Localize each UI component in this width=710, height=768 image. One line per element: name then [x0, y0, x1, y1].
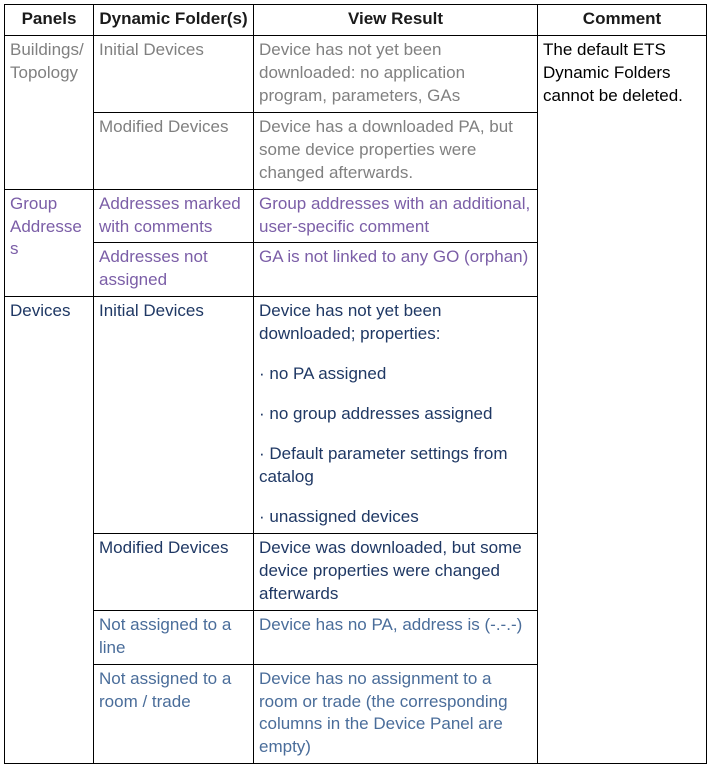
- folder-cell: Addresses not assigned: [94, 243, 254, 297]
- folder-cell: Not assigned to a room / trade: [94, 664, 254, 764]
- bullet-text: unassigned devices: [269, 507, 418, 526]
- table-header-row: Panels Dynamic Folder(s) View Result Com…: [5, 5, 707, 36]
- result-cell: Device has no PA, address is (-.-.-): [254, 610, 538, 664]
- folder-cell: Not assigned to a line: [94, 610, 254, 664]
- folder-cell: Addresses marked with comments: [94, 189, 254, 243]
- header-panels: Panels: [5, 5, 94, 36]
- panel-group-addresses: Group Addresses: [5, 189, 94, 297]
- bullet-text: no PA assigned: [269, 364, 386, 383]
- folder-cell: Modified Devices: [94, 533, 254, 610]
- result-cell: Device has not yet been downloaded: no a…: [254, 35, 538, 112]
- result-cell: Device has not yet been downloaded; prop…: [254, 297, 538, 534]
- result-cell: GA is not linked to any GO (orphan): [254, 243, 538, 297]
- result-intro: Device has not yet been downloaded; prop…: [259, 301, 441, 343]
- folder-cell: Initial Devices: [94, 35, 254, 112]
- dynamic-folders-table: Panels Dynamic Folder(s) View Result Com…: [4, 4, 707, 764]
- folder-cell: Initial Devices: [94, 297, 254, 534]
- bullet-text: no group addresses assigned: [269, 404, 492, 423]
- header-folders: Dynamic Folder(s): [94, 5, 254, 36]
- bullet-item: · no group addresses assigned: [259, 403, 532, 426]
- result-cell: Device has a downloaded PA, but some dev…: [254, 112, 538, 189]
- table-row: Buildings/ Topology Initial Devices Devi…: [5, 35, 707, 112]
- bullet-item: · unassigned devices: [259, 506, 532, 529]
- result-cell: Group addresses with an additional, user…: [254, 189, 538, 243]
- header-comment: Comment: [538, 5, 707, 36]
- bullet-item: · Default parameter settings from catalo…: [259, 443, 532, 489]
- header-result: View Result: [254, 5, 538, 36]
- panel-buildings-topology: Buildings/ Topology: [5, 35, 94, 189]
- panel-devices: Devices: [5, 297, 94, 764]
- result-cell: Device has no assignment to a room or tr…: [254, 664, 538, 764]
- result-cell: Device was downloaded, but some device p…: [254, 533, 538, 610]
- result-bullets: · no PA assigned · no group addresses as…: [259, 363, 532, 529]
- bullet-text: Default parameter settings from catalog: [259, 444, 508, 486]
- folder-cell: Modified Devices: [94, 112, 254, 189]
- comment-cell: The default ETS Dynamic Folders cannot b…: [538, 35, 707, 763]
- bullet-item: · no PA assigned: [259, 363, 532, 386]
